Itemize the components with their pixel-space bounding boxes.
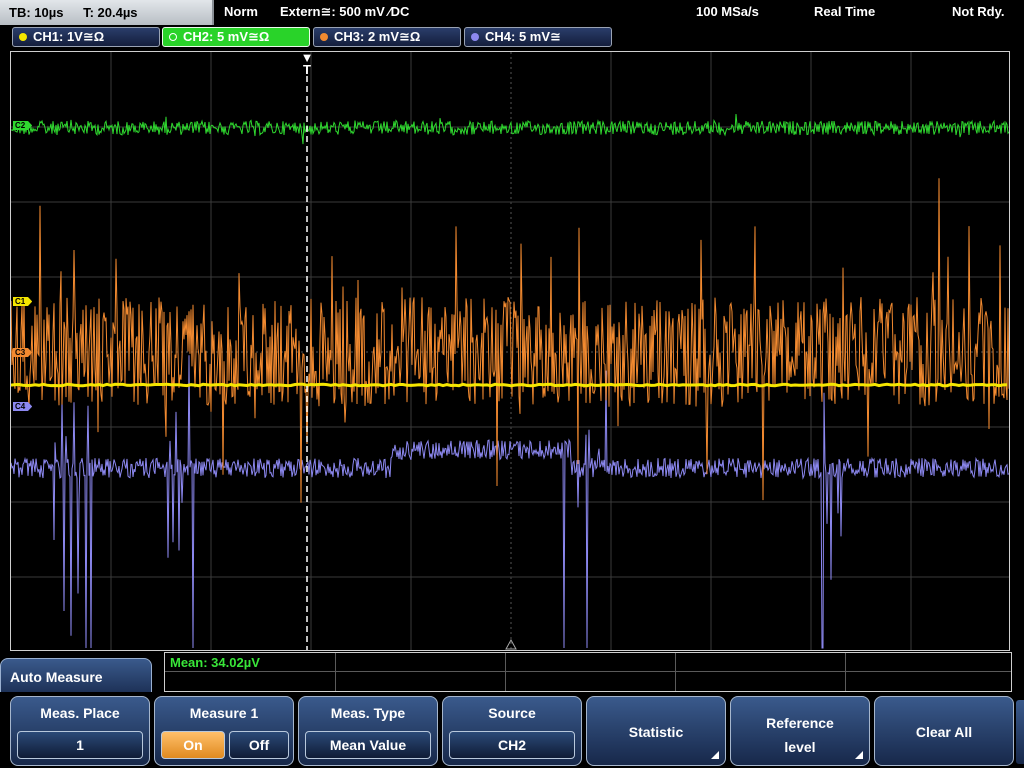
sample-rate: 100 MSa/s [696, 4, 759, 19]
channel-label: CH1: 1V≅Ω [33, 29, 105, 44]
trigger-settings[interactable]: Extern≅: 500 mV ⁄DC [280, 0, 409, 24]
ch1-trace [11, 382, 1008, 388]
measurement-panel: Mean: 34.02µV [164, 652, 1012, 692]
softkey-label: Meas. Type [330, 705, 406, 721]
measure1-on-button[interactable]: On [161, 731, 225, 759]
divider [165, 671, 1011, 672]
divider [505, 653, 506, 691]
source-softkey[interactable]: Source CH2 [442, 696, 582, 766]
timebase-box[interactable]: TB: 10µs T: 20.4µs [0, 0, 214, 25]
softkey-label: Measure 1 [189, 705, 259, 721]
clear-all-softkey[interactable]: Clear All [874, 696, 1014, 766]
trigger-marker[interactable]: ▼ T [300, 51, 314, 77]
ch4-color-icon [471, 33, 479, 41]
status-bar: TB: 10µs T: 20.4µs Norm Extern≅: 500 mV … [0, 0, 1024, 26]
divider [335, 653, 336, 691]
measurement-result: Mean: 34.02µV [170, 655, 260, 670]
meas-place-softkey[interactable]: Meas. Place 1 [10, 696, 150, 766]
reference-level-softkey[interactable]: Reference level [730, 696, 870, 766]
acquisition-mode[interactable]: Norm [224, 0, 258, 24]
waveform-canvas [11, 52, 1009, 650]
channel-tab-ch2[interactable]: CH2: 5 mV≅Ω [162, 27, 310, 47]
measure1-off-button[interactable]: Off [229, 731, 289, 759]
softkey-label-line2: level [784, 739, 816, 755]
statistic-softkey[interactable]: Statistic [586, 696, 726, 766]
softkey-label: Statistic [628, 724, 684, 740]
softkey-label: Clear All [915, 724, 973, 740]
channel-tab-ch1[interactable]: CH1: 1V≅Ω [12, 27, 160, 47]
softkey-label: Reference level [731, 711, 869, 759]
channel-tab-ch3[interactable]: CH3: 2 mV≅Ω [313, 27, 461, 47]
trigger-marker-label: T [303, 62, 311, 77]
channel-label: CH2: 5 mV≅Ω [183, 29, 270, 44]
channel-tab-ch4[interactable]: CH4: 5 mV≅ [464, 27, 612, 47]
channel-label: CH3: 2 mV≅Ω [334, 29, 421, 44]
meas-type-softkey[interactable]: Meas. Type Mean Value [298, 696, 438, 766]
ch2-color-icon [169, 33, 177, 41]
meas-place-value[interactable]: 1 [17, 731, 143, 759]
menu-title: Auto Measure [0, 658, 152, 692]
softkey-label: Meas. Place [40, 705, 120, 721]
source-value[interactable]: CH2 [449, 731, 575, 759]
measure1-softkey: Measure 1 On Off [154, 696, 294, 766]
softkey-label-line1: Reference [766, 715, 834, 731]
timebase-readout: TB: 10µs [9, 5, 64, 20]
trigger-time-readout: T: 20.4µs [83, 5, 138, 20]
waveform-display[interactable] [10, 51, 1010, 651]
ch3-color-icon [320, 33, 328, 41]
meas-type-value[interactable]: Mean Value [305, 731, 431, 759]
submenu-arrow-icon [711, 751, 719, 759]
submenu-arrow-icon [855, 751, 863, 759]
acquisition-type: Real Time [814, 4, 876, 19]
channel-label: CH4: 5 mV≅ [485, 29, 561, 44]
softkey-label: Source [488, 705, 536, 721]
divider [845, 653, 846, 691]
ch2-trace [11, 113, 1009, 145]
ch1-color-icon [19, 33, 27, 41]
channel-bar: CH1: 1V≅Ω CH2: 5 mV≅Ω CH3: 2 mV≅Ω CH4: 5… [0, 26, 1024, 48]
divider [675, 653, 676, 691]
trigger-status: Not Rdy. [952, 4, 1005, 19]
ch3-trace [11, 178, 1009, 503]
menu-edge [1016, 700, 1024, 764]
